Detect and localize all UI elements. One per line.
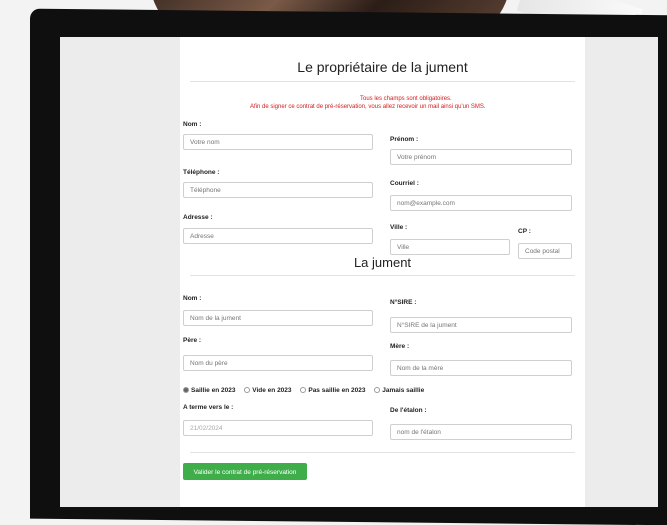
courriel-input[interactable] bbox=[390, 195, 572, 211]
required-note: Tous les champs sont obligatoires. bbox=[360, 96, 452, 102]
jument-nom-input[interactable] bbox=[183, 310, 373, 326]
title-divider bbox=[190, 81, 575, 82]
form-panel: Le propriétaire de la jument Tous les ch… bbox=[180, 37, 585, 507]
pere-label: Père : bbox=[183, 337, 202, 344]
signature-note: Afin de signer ce contrat de pré-réserva… bbox=[250, 104, 486, 110]
adresse-input[interactable] bbox=[183, 228, 373, 244]
ville-label: Ville : bbox=[390, 224, 408, 231]
nom-label: Nom : bbox=[183, 121, 202, 128]
submit-divider bbox=[190, 452, 575, 453]
status-option-jamais-saillie[interactable]: Jamais saillie bbox=[374, 387, 424, 394]
cp-label: CP : bbox=[518, 228, 531, 235]
radio-selected-icon bbox=[183, 387, 189, 394]
ville-input[interactable] bbox=[390, 239, 510, 255]
etalon-label: De l'étalon : bbox=[390, 407, 427, 414]
mare-divider bbox=[190, 275, 575, 276]
telephone-input[interactable] bbox=[183, 182, 373, 198]
terme-label: A terme vers le : bbox=[183, 404, 234, 411]
radio-icon bbox=[300, 387, 307, 394]
mere-input[interactable] bbox=[390, 360, 572, 376]
prenom-label: Prénom : bbox=[390, 136, 419, 143]
sire-input[interactable] bbox=[390, 317, 572, 333]
courriel-label: Courriel : bbox=[390, 180, 419, 187]
owner-section-title: Le propriétaire de la jument bbox=[297, 59, 468, 75]
status-option-pas-saillie[interactable]: Pas saillie en 2023 bbox=[300, 387, 365, 394]
prenom-input[interactable] bbox=[390, 149, 572, 165]
pere-input[interactable] bbox=[183, 355, 373, 371]
mare-section-title: La jument bbox=[353, 255, 412, 270]
validate-contract-button[interactable]: Valider le contrat de pré-réservation bbox=[183, 463, 307, 480]
radio-icon bbox=[244, 387, 251, 394]
nom-input[interactable] bbox=[183, 134, 373, 150]
terme-date-input[interactable] bbox=[183, 420, 373, 436]
radio-icon bbox=[374, 387, 381, 394]
breeding-status-group: Saillie en 2023 Vide en 2023 Pas saillie… bbox=[183, 387, 431, 394]
mere-label: Mère : bbox=[390, 343, 410, 350]
jument-nom-label: Nom : bbox=[183, 295, 202, 302]
adresse-label: Adresse : bbox=[183, 214, 213, 221]
screen: Le propriétaire de la jument Tous les ch… bbox=[60, 37, 658, 507]
telephone-label: Téléphone : bbox=[183, 169, 220, 176]
status-option-vide[interactable]: Vide en 2023 bbox=[244, 387, 292, 394]
etalon-input[interactable] bbox=[390, 424, 572, 440]
status-option-saillie[interactable]: Saillie en 2023 bbox=[183, 387, 235, 394]
sire-label: N°SIRE : bbox=[390, 299, 417, 306]
